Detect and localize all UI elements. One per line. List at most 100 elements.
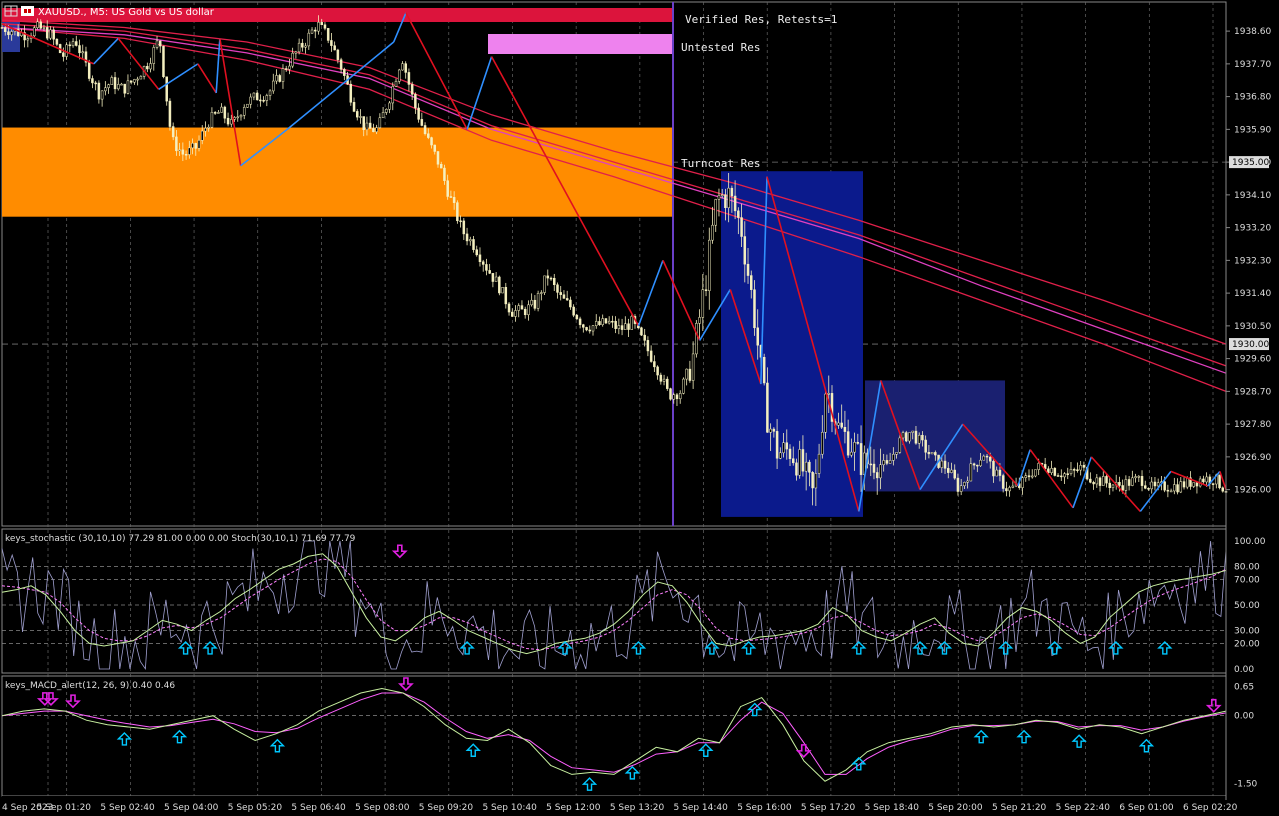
candle-body [246,103,249,108]
candle-body [901,432,905,439]
candle-body [963,482,966,487]
candle-body [727,187,730,209]
candle-body [672,394,675,400]
price-tick-label: 1929.60 [1234,355,1271,365]
price-tick-label: 1935.90 [1234,125,1271,135]
candle-body [966,480,969,483]
candle-body [578,318,582,325]
candle-body [1053,468,1057,476]
candle-body [420,119,424,126]
candle-body [1079,465,1082,471]
zone-label-verified: Verified Res, Retests=1 [685,13,837,26]
candle-body [817,453,821,474]
candle-body [875,472,879,479]
candle-body [443,167,446,181]
candle-body [381,112,385,119]
candle-body [1127,479,1131,486]
candle-body [1089,478,1092,483]
candle-body [769,428,772,433]
candle-body [242,107,246,116]
candle-body [326,28,330,41]
candle-body [511,311,514,317]
candle-body [217,112,220,114]
candle-body [94,82,97,85]
candle-body [378,117,382,128]
candle-body [472,239,475,250]
candle-body [708,239,711,291]
candle-body [582,324,585,328]
candle-body [717,195,721,200]
candle-body [113,77,117,90]
candle-body [927,451,931,455]
candle-body [3,27,7,32]
time-tick-label: 5 Sep 05:20 [228,803,283,813]
candle-body [120,83,123,86]
candle-body [624,323,627,330]
candle-body [104,87,107,92]
candle-body [294,51,298,54]
zone-untested [488,34,672,54]
price-tick-label: 1932.30 [1234,256,1271,266]
candle-body [288,65,291,70]
macd-tick-label: 0.65 [1234,682,1254,692]
candle-body [720,194,724,196]
chart-flag-icon[interactable] [21,6,34,16]
candle-body [155,40,159,48]
candle-body [1105,476,1108,484]
candle-body [194,143,198,149]
candle-body [220,106,223,113]
candle-body [404,63,407,73]
candle-body [565,298,569,301]
candle-body [798,449,801,476]
candle-body [711,224,714,241]
candle-body [653,361,656,368]
candle-body [181,149,185,155]
time-tick-label: 5 Sep 17:20 [801,803,856,813]
candle-body [662,378,666,382]
candle-body [992,460,995,477]
price-marker-label: 1930.00 [1232,340,1269,350]
candle-body [469,239,472,242]
stoch-tick-label: 70.00 [1234,575,1260,585]
candle-body [146,66,149,70]
candle-body [175,136,178,152]
candle-body [297,42,301,53]
candle-body [666,378,669,389]
candle-body [934,452,937,456]
candle-body [620,325,624,330]
candle-body [549,277,553,280]
candle-body [317,22,320,32]
candle-body [691,353,695,381]
candle-body [397,69,401,82]
candle-body [520,305,524,310]
candle-body [226,117,230,125]
candle-body [126,80,130,94]
price-tick-label: 1931.40 [1234,289,1271,299]
candle-body [1169,490,1173,493]
candle-body [1066,473,1070,475]
candle-body [359,116,362,118]
candle-body [100,90,104,100]
candle-body [423,125,427,134]
candle-body [837,422,840,426]
candle-body [824,393,827,433]
candle-body [853,442,856,453]
candle-body [795,462,798,476]
candle-body [872,463,876,473]
time-tick-label: 5 Sep 20:00 [928,803,983,813]
candle-body [339,59,343,70]
candle-body [430,137,433,146]
candle-body [892,453,895,461]
price-tick-label: 1937.70 [1234,60,1271,70]
candle-body [804,461,808,472]
candle-body [753,289,756,329]
candle-body [236,116,240,119]
candle-body [530,299,533,306]
time-tick-label: 5 Sep 14:40 [674,803,729,813]
candle-body [569,299,572,308]
candle-body [252,92,256,98]
candle-body [213,112,217,114]
candle-body [304,45,307,48]
price-tick-label: 1928.70 [1234,387,1271,397]
candle-body [917,434,921,444]
